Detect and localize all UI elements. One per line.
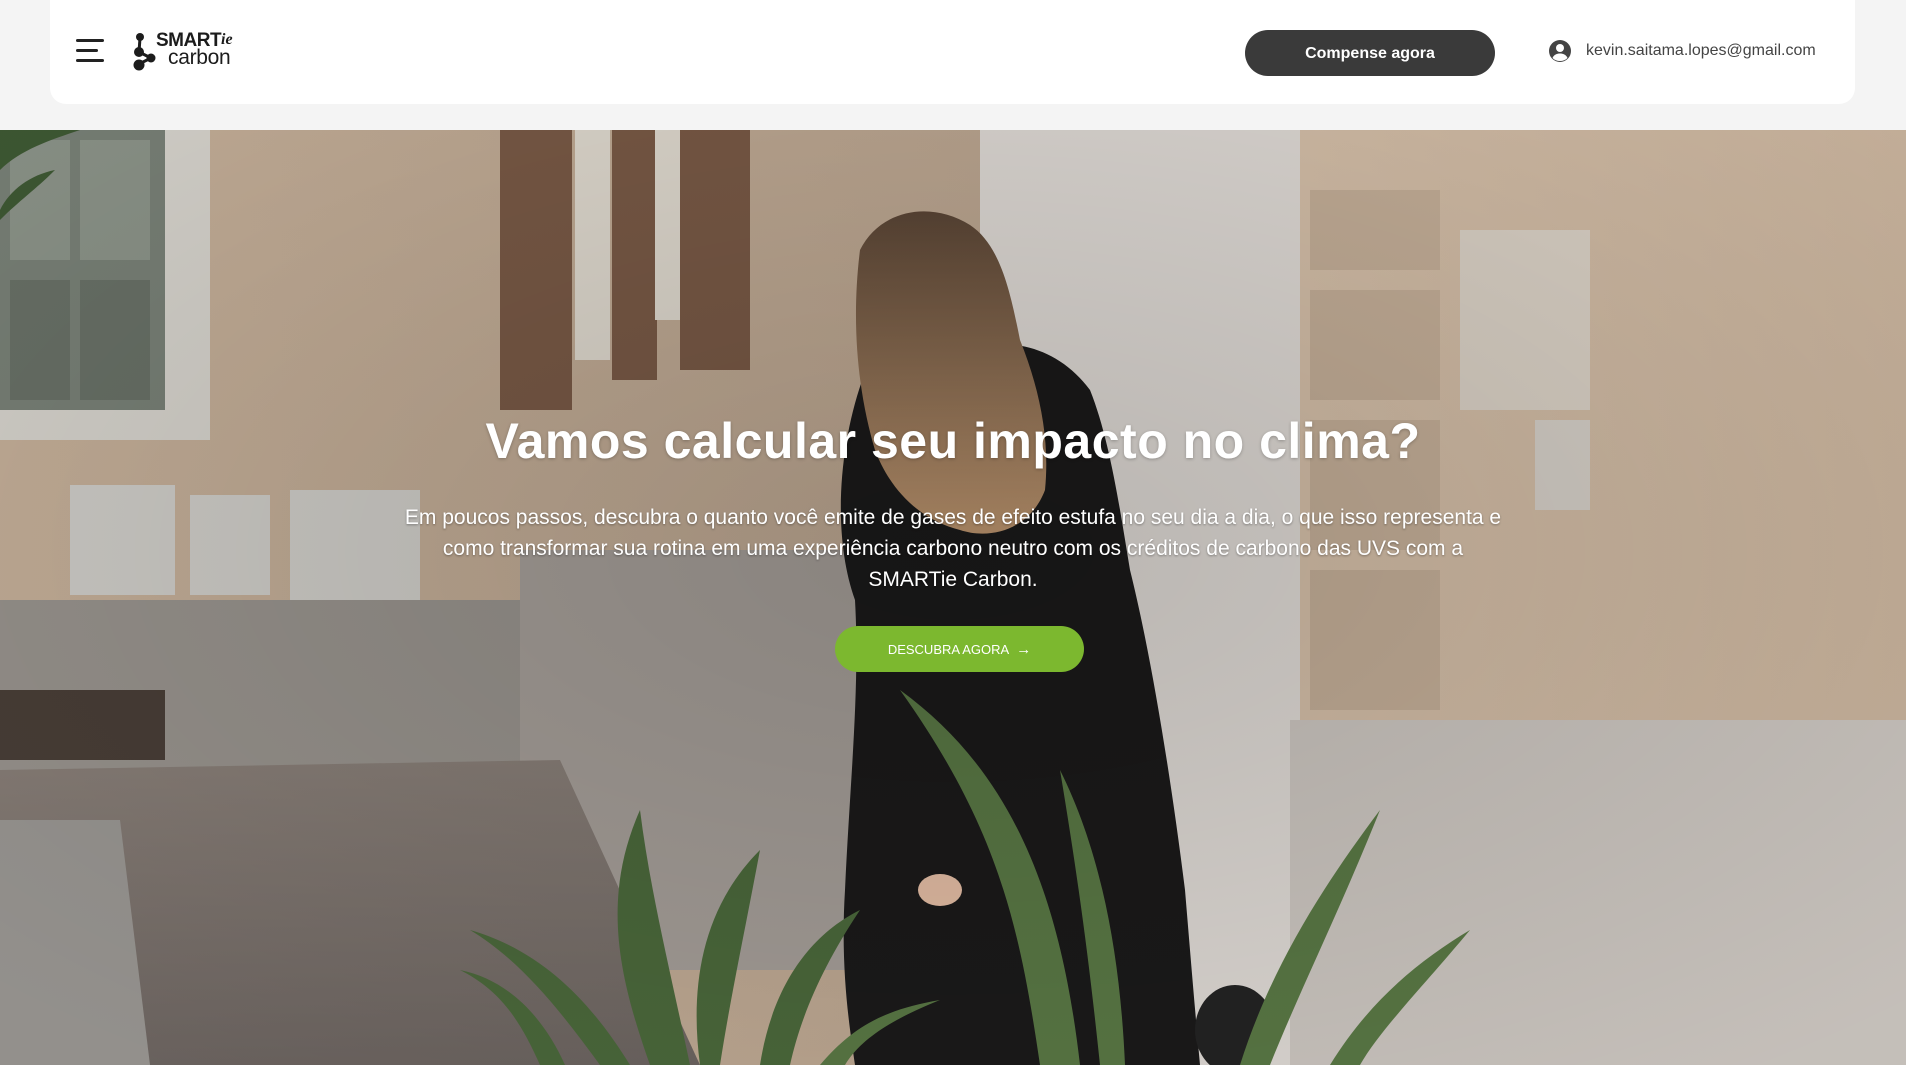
smartie-carbon-logo[interactable]: SMART ie carbon (131, 28, 241, 72)
account-circle-icon (1549, 40, 1571, 62)
header-wrapper: SMART ie carbon Compense agora kevin.sai… (0, 0, 1906, 130)
compense-agora-button[interactable]: Compense agora (1245, 30, 1495, 76)
hamburger-menu-icon[interactable] (76, 36, 106, 66)
arrow-right-icon: → (1016, 640, 1032, 658)
descubra-agora-button[interactable]: DESCUBRA AGORA → (835, 626, 1084, 672)
descubra-agora-label: DESCUBRA AGORA (887, 641, 1010, 657)
user-account[interactable]: kevin.saitama.lopes@gmail.com (1548, 38, 1816, 64)
user-email: kevin.saitama.lopes@gmail.com (1586, 42, 1816, 59)
page: SMART ie carbon Compense agora kevin.sai… (0, 0, 1906, 1065)
hero-subtitle: Em poucos passos, descubra o quanto você… (404, 506, 1502, 591)
hero-section: Vamos calcular seu impacto no clima? Em … (0, 130, 1906, 1065)
hero-title: Vamos calcular seu impacto no clima? (485, 413, 1421, 469)
logo-carbon-text: carbon (168, 46, 231, 69)
hero-background-image (0, 130, 1906, 1065)
